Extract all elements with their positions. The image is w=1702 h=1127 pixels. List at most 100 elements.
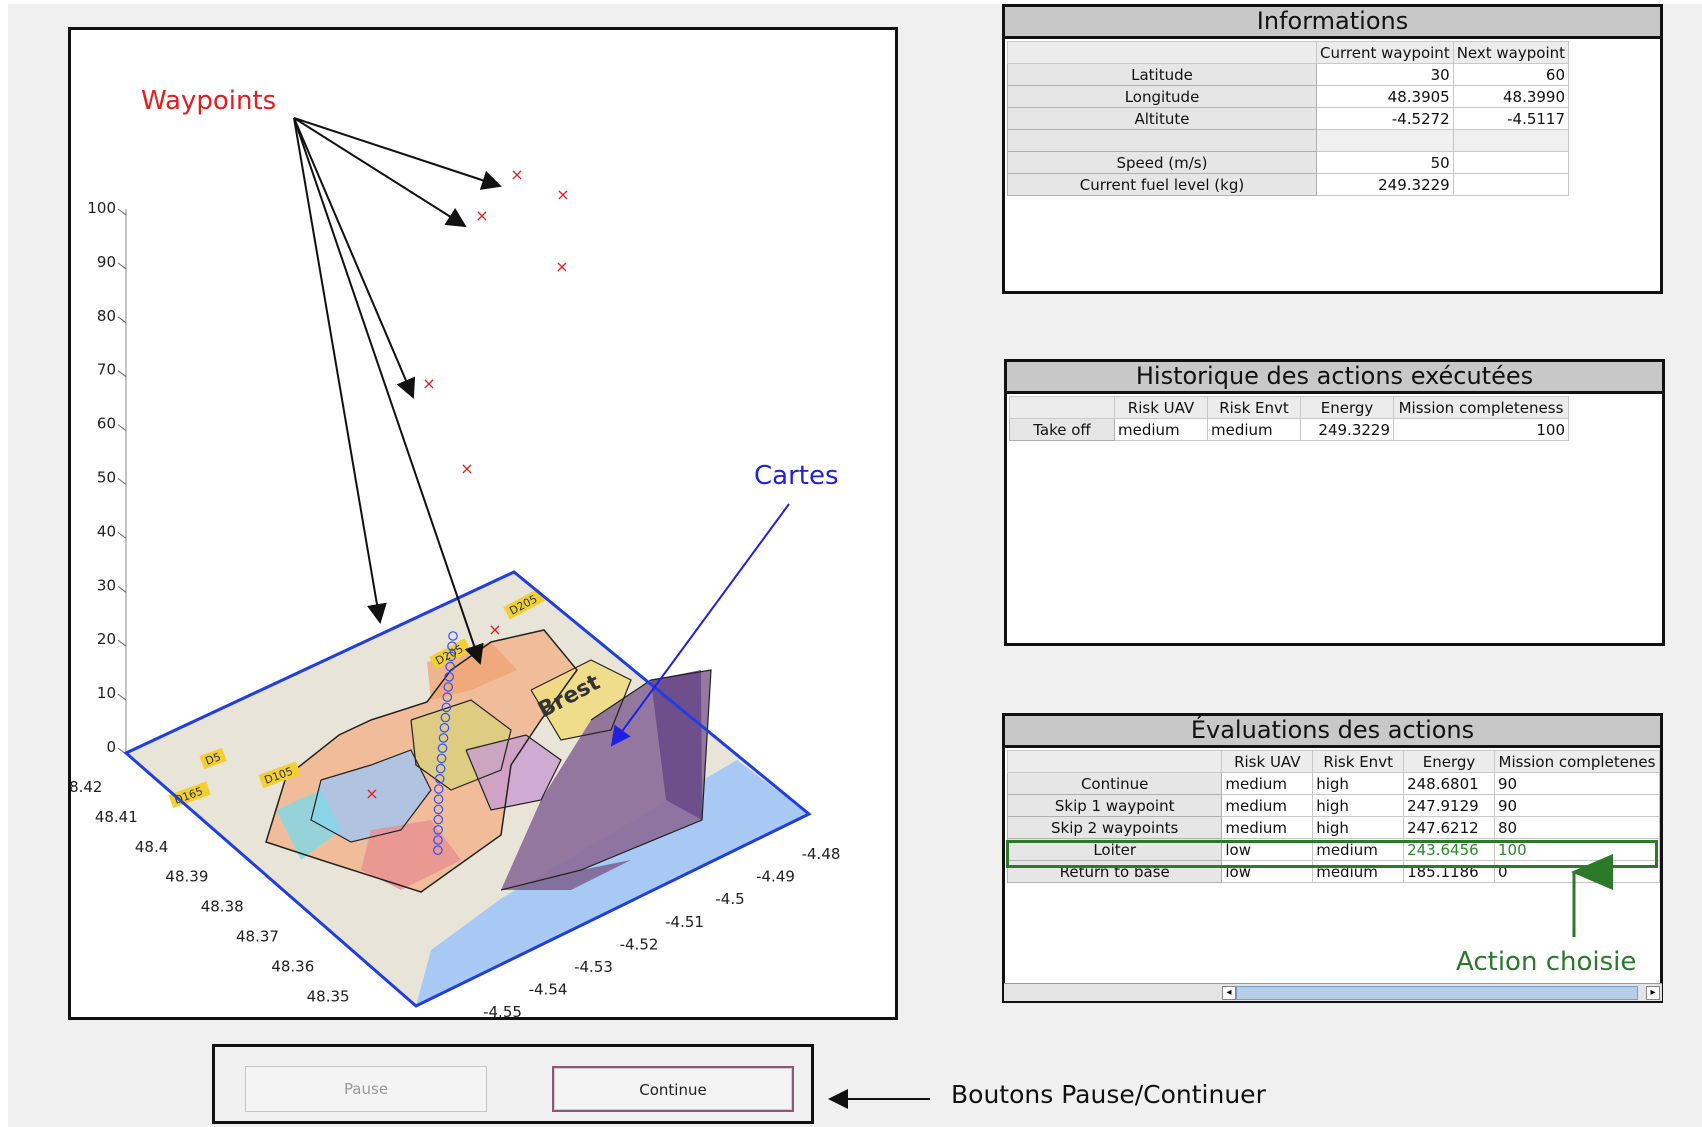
info-row: Altitute -4.5272 -4.5117: [1007, 107, 1570, 130]
history-header-empty: [1009, 396, 1115, 419]
eval-row-label: Continue: [1006, 772, 1223, 795]
latitude-tick-label: 48.42: [71, 778, 102, 796]
eval-completeness: 90: [1493, 772, 1661, 795]
longitude-tick-label: -4.51: [665, 913, 704, 931]
waypoints-annotation: Waypoints: [141, 86, 277, 116]
z-tick-label: 40: [97, 522, 116, 540]
latitude-tick-label: 48.37: [236, 928, 279, 946]
latitude-tick-label: 48.41: [95, 808, 138, 826]
informations-panel: Informations Current waypoint Next waypo…: [1002, 4, 1663, 294]
action-choisie-annotation: Action choisie: [1456, 947, 1637, 977]
longitude-tick-label: -4.5: [715, 890, 744, 908]
z-tick-mark: [117, 424, 127, 432]
eval-risk-uav: medium: [1221, 794, 1314, 817]
waypoint-marker: ×: [555, 257, 568, 276]
scrollbar-thumb[interactable]: [1236, 986, 1638, 1000]
latitude-tick-label: 48.35: [307, 987, 350, 1005]
eval-energy: 247.9129: [1403, 794, 1495, 817]
z-tick-label: 70: [97, 361, 116, 379]
info-current-value: -4.5272: [1316, 107, 1454, 130]
longitude-tick-label: -4.54: [529, 981, 568, 999]
eval-header-risk-uav: Risk UAV: [1221, 750, 1314, 773]
info-next-value: [1452, 129, 1570, 152]
z-tick-mark: [117, 531, 127, 539]
z-tick-mark: [117, 639, 127, 647]
history-header-completeness: Mission completeness: [1393, 396, 1569, 419]
history-energy: 249.3229: [1300, 418, 1394, 441]
plot-canvas[interactable]: 1009080706050403020100 BrestD205D205D5D1…: [71, 30, 895, 1017]
longitude-tick-label: -4.53: [574, 958, 613, 976]
eval-completeness: 90: [1493, 794, 1661, 817]
z-tick-label: 60: [97, 415, 116, 433]
history-row-label: Take off: [1009, 418, 1115, 441]
z-tick-label: 30: [97, 576, 116, 594]
eval-completeness: 80: [1493, 816, 1661, 839]
info-row: Speed (m/s) 50: [1007, 151, 1570, 174]
eval-header-risk-envt: Risk Envt: [1312, 750, 1405, 773]
info-row-label: Current fuel level (kg): [1007, 173, 1317, 196]
z-tick-mark: [117, 316, 127, 324]
history-header-energy: Energy: [1300, 396, 1394, 419]
evaluation-row[interactable]: Skip 1 waypoint medium high 247.9129 90: [1006, 794, 1661, 817]
z-tick-mark: [117, 370, 127, 378]
history-header-risk-uav: Risk UAV: [1114, 396, 1208, 419]
info-row-label: Speed (m/s): [1007, 151, 1317, 174]
z-tick-label: 90: [97, 253, 116, 271]
info-row: Longitude 48.3905 48.3990: [1007, 85, 1570, 108]
info-next-value: [1452, 173, 1570, 196]
z-tick-mark: [117, 262, 127, 270]
info-current-value: 50: [1316, 151, 1454, 174]
scroll-right-arrow-icon[interactable]: ▸: [1646, 986, 1660, 1000]
z-tick-label: 50: [97, 469, 116, 487]
waypoint-marker: ×: [510, 165, 523, 184]
eval-header-completeness: Mission completenes: [1493, 750, 1661, 773]
latitude-tick-label: 48.36: [271, 957, 314, 975]
eval-header-empty: [1006, 750, 1223, 773]
eval-risk-envt: high: [1312, 772, 1405, 795]
history-row[interactable]: Take off medium medium 249.3229 100: [1009, 418, 1569, 441]
pause-button[interactable]: Pause: [245, 1066, 487, 1112]
z-axis-ticks: 1009080706050403020100: [87, 199, 127, 756]
longitude-tick-label: -4.55: [483, 1003, 522, 1017]
evaluation-row[interactable]: Continue medium high 248.6801 90: [1006, 772, 1661, 795]
continue-button[interactable]: Continue: [552, 1066, 794, 1112]
z-tick-label: 10: [97, 684, 116, 702]
history-panel: Historique des actions exécutées Risk UA…: [1004, 359, 1665, 646]
cartes-annotation: Cartes: [754, 461, 839, 491]
info-current-value: 30: [1316, 63, 1454, 86]
z-tick-label: 0: [106, 738, 116, 756]
z-tick-mark: [117, 208, 127, 216]
info-next-value: 48.3990: [1452, 85, 1570, 108]
horizontal-scrollbar[interactable]: ◂ ▸: [1004, 983, 1662, 1001]
buttons-annotation: Boutons Pause/Continuer: [951, 1080, 1266, 1109]
informations-header-empty: [1007, 41, 1317, 64]
z-tick-mark: [117, 478, 127, 485]
eval-risk-uav: medium: [1221, 816, 1314, 839]
info-next-value: 60: [1452, 63, 1570, 86]
latitude-tick-label: 48.4: [135, 838, 168, 856]
history-completeness: 100: [1393, 418, 1569, 441]
z-tick-mark: [117, 693, 127, 701]
info-next-value: [1452, 151, 1570, 174]
longitude-tick-label: -4.52: [620, 935, 659, 953]
waypoint-marker: ×: [422, 374, 435, 393]
history-risk-envt: medium: [1207, 418, 1301, 441]
waypoint-marker: ×: [475, 206, 488, 225]
eval-energy: 247.6212: [1403, 816, 1495, 839]
evaluation-row[interactable]: Skip 2 waypoints medium high 247.6212 80: [1006, 816, 1661, 839]
history-risk-uav: medium: [1114, 418, 1208, 441]
buttons-panel: Pause Continue: [212, 1044, 814, 1124]
latitude-tick-label: 48.39: [165, 868, 208, 886]
info-row: Latitude 30 60: [1007, 63, 1570, 86]
informations-title: Informations: [1005, 7, 1660, 39]
z-tick-mark: [117, 585, 127, 593]
info-row-label: Longitude: [1007, 85, 1317, 108]
eval-risk-envt: high: [1312, 816, 1405, 839]
informations-header-next: Next waypoint: [1452, 41, 1570, 64]
scroll-left-arrow-icon[interactable]: ◂: [1222, 986, 1236, 1000]
longitude-tick-label: -4.48: [802, 845, 841, 863]
info-row-label: Latitude: [1007, 63, 1317, 86]
evaluations-title: Évaluations des actions: [1005, 716, 1660, 748]
eval-energy: 248.6801: [1403, 772, 1495, 795]
z-tick-label: 80: [97, 307, 116, 325]
